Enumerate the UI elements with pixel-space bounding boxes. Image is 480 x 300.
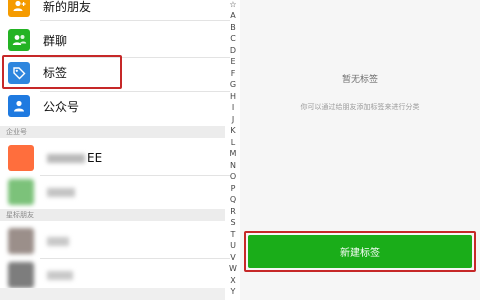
group-icon xyxy=(8,29,30,51)
new-friend-icon xyxy=(8,0,30,17)
redacted-name xyxy=(47,270,73,280)
index-letter[interactable]: E xyxy=(226,57,240,67)
contact-item-official-accounts[interactable]: 公众号 xyxy=(0,86,225,126)
index-letter[interactable]: P xyxy=(226,184,240,194)
contact-item-label: 群聊 xyxy=(43,33,68,48)
contact-item-enterprise[interactable] xyxy=(0,172,225,212)
person-add-svg xyxy=(13,0,26,11)
index-letter[interactable]: W xyxy=(226,264,240,274)
partial-row xyxy=(0,288,225,300)
redacted-name xyxy=(47,236,69,246)
official-account-icon xyxy=(8,95,30,117)
tags-empty-panel: 暂无标签 你可以通过给朋友添加标签来进行分类 新建标签 xyxy=(240,0,480,300)
index-letter[interactable]: G xyxy=(226,80,240,90)
index-letter[interactable]: H xyxy=(226,92,240,102)
index-star[interactable]: ☆ xyxy=(226,0,240,10)
contacts-screen: 新的朋友 群聊 标签 公众号 企业号 EE 星标朋友 ☆ A B C D E F… xyxy=(0,0,480,300)
index-letter[interactable]: C xyxy=(226,34,240,44)
index-letter[interactable]: B xyxy=(226,23,240,33)
avatar xyxy=(8,228,34,254)
alphabet-index[interactable]: ☆ A B C D E F G H I J K L M N O P Q R S … xyxy=(226,0,240,300)
avatar xyxy=(8,179,34,205)
redacted-name xyxy=(47,187,75,197)
index-letter[interactable]: V xyxy=(226,253,240,263)
contact-item-label: EE xyxy=(87,151,103,165)
index-letter[interactable]: M xyxy=(226,149,240,159)
contact-item-label: 新的朋友 xyxy=(43,0,92,14)
index-letter[interactable]: T xyxy=(226,230,240,240)
section-header-enterprise: 企业号 xyxy=(0,126,225,138)
index-letter[interactable]: L xyxy=(226,138,240,148)
index-letter[interactable]: J xyxy=(226,115,240,125)
empty-state-description: 你可以通过给朋友添加标签来进行分类 xyxy=(300,103,420,111)
avatar xyxy=(8,145,34,171)
index-letter[interactable]: S xyxy=(226,218,240,228)
index-letter[interactable]: Y xyxy=(226,287,240,297)
index-letter[interactable]: D xyxy=(226,46,240,56)
index-letter[interactable]: O xyxy=(226,172,240,182)
index-letter[interactable]: K xyxy=(226,126,240,136)
empty-state-title: 暂无标签 xyxy=(341,75,378,85)
index-letter[interactable]: U xyxy=(226,241,240,251)
index-letter[interactable]: I xyxy=(226,103,240,113)
contact-item-group-chats[interactable]: 群聊 xyxy=(0,20,225,60)
person-svg xyxy=(14,100,24,112)
redacted-name xyxy=(47,153,85,163)
index-letter[interactable]: N xyxy=(226,161,240,171)
highlight-new-tag-button xyxy=(244,231,476,272)
highlight-tags xyxy=(2,55,122,89)
index-letter[interactable]: X xyxy=(226,276,240,286)
group-svg xyxy=(12,35,26,45)
contacts-list: 新的朋友 群聊 标签 公众号 企业号 EE 星标朋友 xyxy=(0,0,240,300)
index-letter[interactable]: A xyxy=(226,11,240,21)
avatar xyxy=(8,262,34,288)
index-letter[interactable]: Q xyxy=(226,195,240,205)
contact-item-label: 公众号 xyxy=(43,99,80,114)
index-letter[interactable]: F xyxy=(226,69,240,79)
section-header-starred: 星标朋友 xyxy=(0,209,225,221)
index-letter[interactable]: R xyxy=(226,207,240,217)
